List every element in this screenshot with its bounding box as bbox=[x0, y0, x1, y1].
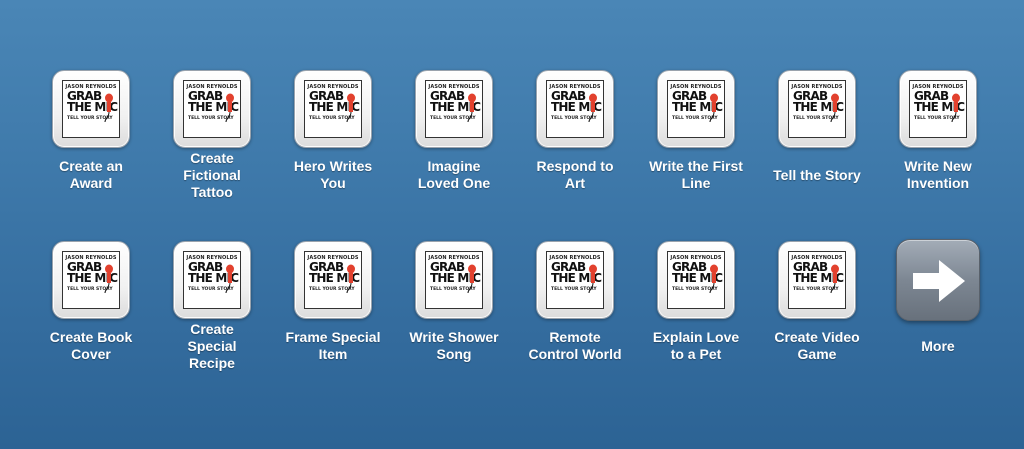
activity-label: Frame Special Item bbox=[285, 329, 381, 362]
activity-tile-button[interactable]: JASON REYNOLDS GRAB THE MIC TELL YOUR STORY bbox=[294, 70, 372, 148]
grab-the-mic-logo: JASON REYNOLDS GRAB THE MIC TELL YOUR STORY bbox=[425, 80, 483, 138]
microphone-icon bbox=[104, 264, 113, 294]
grab-the-mic-logo: JASON REYNOLDS GRAB THE MIC TELL YOUR STORY bbox=[788, 251, 846, 309]
activity-item-respond-to-art[interactable]: JASON REYNOLDS GRAB THE MIC TELL YOUR STORY… bbox=[520, 70, 630, 200]
grab-the-mic-logo: JASON REYNOLDS GRAB THE MIC TELL YOUR STORY bbox=[788, 80, 846, 138]
grab-the-mic-logo: JASON REYNOLDS GRAB THE MIC TELL YOUR STORY bbox=[62, 80, 120, 138]
activity-item-create-video-game[interactable]: JASON REYNOLDS GRAB THE MIC TELL YOUR STORY… bbox=[762, 241, 872, 371]
activity-tile-button[interactable]: JASON REYNOLDS GRAB THE MIC TELL YOUR STORY bbox=[899, 70, 977, 148]
activity-tile-button[interactable]: JASON REYNOLDS GRAB THE MIC TELL YOUR STORY bbox=[657, 70, 735, 148]
activity-row-1: JASON REYNOLDS GRAB THE MIC TELL YOUR STORY… bbox=[0, 70, 1024, 210]
activity-item-write-new-invention[interactable]: JASON REYNOLDS GRAB THE MIC TELL YOUR STORY… bbox=[883, 70, 993, 200]
microphone-icon bbox=[709, 264, 718, 294]
activity-tile-button[interactable]: JASON REYNOLDS GRAB THE MIC TELL YOUR STORY bbox=[778, 70, 856, 148]
microphone-icon bbox=[225, 264, 234, 294]
microphone-icon bbox=[588, 264, 597, 294]
activity-tile-button[interactable]: JASON REYNOLDS GRAB THE MIC TELL YOUR STORY bbox=[415, 241, 493, 319]
activity-tile-button[interactable]: JASON REYNOLDS GRAB THE MIC TELL YOUR STORY bbox=[52, 241, 130, 319]
grab-the-mic-logo: JASON REYNOLDS GRAB THE MIC TELL YOUR STORY bbox=[425, 251, 483, 309]
activity-label: Create Fictional Tattoo bbox=[183, 149, 241, 200]
activity-label: Imagine Loved One bbox=[417, 158, 491, 191]
microphone-icon bbox=[830, 93, 839, 123]
activity-item-explain-love-to-a-pet[interactable]: JASON REYNOLDS GRAB THE MIC TELL YOUR STORY… bbox=[641, 241, 751, 371]
grab-the-mic-logo: JASON REYNOLDS GRAB THE MIC TELL YOUR STORY bbox=[667, 251, 725, 309]
microphone-icon bbox=[104, 93, 113, 123]
activity-label: Explain Love to a Pet bbox=[652, 329, 740, 362]
grab-the-mic-logo: JASON REYNOLDS GRAB THE MIC TELL YOUR STORY bbox=[667, 80, 725, 138]
grab-the-mic-logo: JASON REYNOLDS GRAB THE MIC TELL YOUR STORY bbox=[304, 251, 362, 309]
microphone-icon bbox=[467, 264, 476, 294]
activity-tile-button[interactable]: JASON REYNOLDS GRAB THE MIC TELL YOUR STORY bbox=[52, 70, 130, 148]
microphone-icon bbox=[346, 93, 355, 123]
activity-tile-button[interactable]: JASON REYNOLDS GRAB THE MIC TELL YOUR STORY bbox=[415, 70, 493, 148]
activity-tile-button[interactable]: JASON REYNOLDS GRAB THE MIC TELL YOUR STORY bbox=[294, 241, 372, 319]
activity-tile-button[interactable]: JASON REYNOLDS GRAB THE MIC TELL YOUR STORY bbox=[173, 70, 251, 148]
activity-tile-button[interactable]: JASON REYNOLDS GRAB THE MIC TELL YOUR STORY bbox=[778, 241, 856, 319]
more-cell[interactable]: More bbox=[883, 239, 993, 369]
activity-item-create-book-cover[interactable]: JASON REYNOLDS GRAB THE MIC TELL YOUR STORY… bbox=[36, 241, 146, 371]
microphone-icon bbox=[709, 93, 718, 123]
activity-item-create-an-award[interactable]: JASON REYNOLDS GRAB THE MIC TELL YOUR STORY… bbox=[36, 70, 146, 200]
microphone-icon bbox=[346, 264, 355, 294]
activity-grid: JASON REYNOLDS GRAB THE MIC TELL YOUR STORY… bbox=[0, 0, 1024, 449]
activity-item-hero-writes-you[interactable]: JASON REYNOLDS GRAB THE MIC TELL YOUR STORY… bbox=[278, 70, 388, 200]
activity-tile-button[interactable]: JASON REYNOLDS GRAB THE MIC TELL YOUR STORY bbox=[536, 241, 614, 319]
microphone-icon bbox=[225, 93, 234, 123]
activity-item-write-the-first-line[interactable]: JASON REYNOLDS GRAB THE MIC TELL YOUR STORY… bbox=[641, 70, 751, 200]
right-arrow-icon bbox=[913, 260, 965, 302]
activity-label: Write New Invention bbox=[904, 158, 972, 191]
activity-label: Create an Award bbox=[59, 158, 123, 191]
activity-label: Create Special Recipe bbox=[187, 320, 237, 371]
activity-label: Remote Control World bbox=[528, 329, 622, 362]
grab-the-mic-logo: JASON REYNOLDS GRAB THE MIC TELL YOUR STORY bbox=[546, 251, 604, 309]
activity-item-tell-the-story[interactable]: JASON REYNOLDS GRAB THE MIC TELL YOUR STORY… bbox=[762, 70, 872, 200]
more-button[interactable] bbox=[896, 239, 980, 321]
activity-label: Create Video Game bbox=[774, 329, 860, 362]
grab-the-mic-logo: JASON REYNOLDS GRAB THE MIC TELL YOUR STORY bbox=[909, 80, 967, 138]
activity-item-create-fictional-tattoo[interactable]: JASON REYNOLDS GRAB THE MIC TELL YOUR STORY… bbox=[157, 70, 267, 200]
activity-item-write-shower-song[interactable]: JASON REYNOLDS GRAB THE MIC TELL YOUR STORY… bbox=[399, 241, 509, 371]
activity-label: Hero Writes You bbox=[293, 158, 373, 191]
grab-the-mic-logo: JASON REYNOLDS GRAB THE MIC TELL YOUR STORY bbox=[183, 251, 241, 309]
grab-the-mic-logo: JASON REYNOLDS GRAB THE MIC TELL YOUR STORY bbox=[546, 80, 604, 138]
activity-tile-button[interactable]: JASON REYNOLDS GRAB THE MIC TELL YOUR STORY bbox=[536, 70, 614, 148]
activity-tile-button[interactable]: JASON REYNOLDS GRAB THE MIC TELL YOUR STORY bbox=[173, 241, 251, 319]
microphone-icon bbox=[830, 264, 839, 294]
more-label: More bbox=[921, 337, 955, 354]
activity-item-create-special-recipe[interactable]: JASON REYNOLDS GRAB THE MIC TELL YOUR STORY… bbox=[157, 241, 267, 371]
activity-item-imagine-loved-one[interactable]: JASON REYNOLDS GRAB THE MIC TELL YOUR STORY… bbox=[399, 70, 509, 200]
activity-label: Respond to Art bbox=[536, 158, 614, 191]
grab-the-mic-logo: JASON REYNOLDS GRAB THE MIC TELL YOUR STORY bbox=[304, 80, 362, 138]
activity-item-remote-control-world[interactable]: JASON REYNOLDS GRAB THE MIC TELL YOUR STORY… bbox=[520, 241, 630, 371]
activity-item-frame-special-item[interactable]: JASON REYNOLDS GRAB THE MIC TELL YOUR STORY… bbox=[278, 241, 388, 371]
activity-label: Write the First Line bbox=[649, 158, 743, 191]
activity-label: Tell the Story bbox=[773, 166, 861, 183]
microphone-icon bbox=[588, 93, 597, 123]
activity-label: Create Book Cover bbox=[49, 329, 133, 362]
microphone-icon bbox=[467, 93, 476, 123]
activity-label: Write Shower Song bbox=[409, 329, 499, 362]
activity-tile-button[interactable]: JASON REYNOLDS GRAB THE MIC TELL YOUR STORY bbox=[657, 241, 735, 319]
grab-the-mic-logo: JASON REYNOLDS GRAB THE MIC TELL YOUR STORY bbox=[183, 80, 241, 138]
grab-the-mic-logo: JASON REYNOLDS GRAB THE MIC TELL YOUR STORY bbox=[62, 251, 120, 309]
microphone-icon bbox=[951, 93, 960, 123]
activity-row-2: More JASON REYNOLDS GRAB THE MIC TELL YOUR … bbox=[0, 239, 1024, 381]
